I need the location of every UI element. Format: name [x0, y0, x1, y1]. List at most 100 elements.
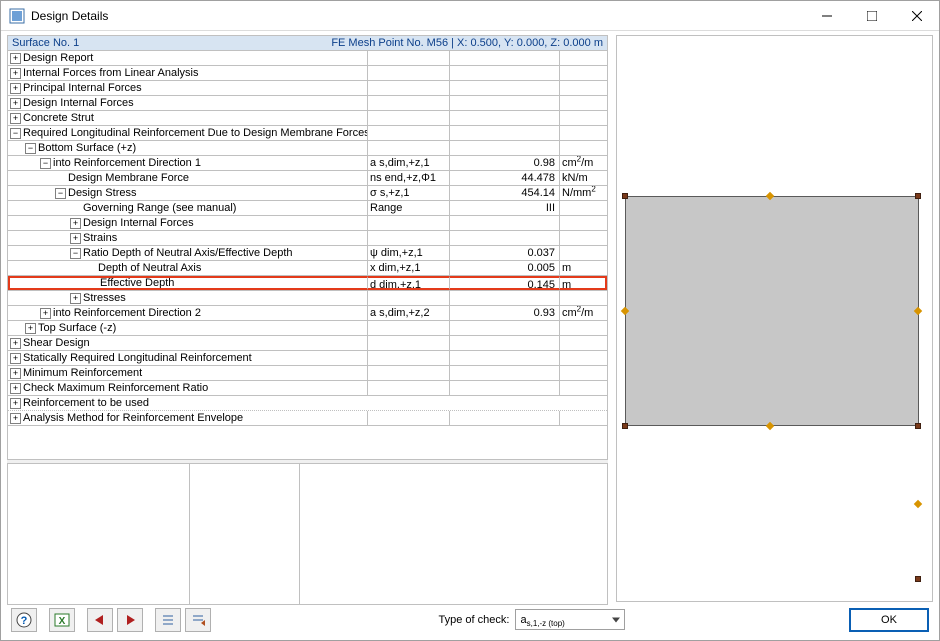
- expand-icon[interactable]: +: [10, 68, 21, 79]
- type-of-check-label: Type of check:: [439, 614, 510, 626]
- expand-icon[interactable]: +: [25, 323, 36, 334]
- expand-icon[interactable]: +: [70, 293, 81, 304]
- tree-value: 44.478: [450, 171, 560, 185]
- tree-label: Concrete Strut: [23, 111, 94, 125]
- surface-preview: [625, 196, 919, 426]
- tree-label: into Reinforcement Direction 1: [53, 156, 201, 170]
- expand-icon[interactable]: +: [10, 83, 21, 94]
- detail-grid: [7, 463, 608, 605]
- bottom-bar: ? X Type of check: as,1,-z (top) OK: [1, 605, 939, 640]
- tree-label: Statically Required Longitudinal Reinfor…: [23, 351, 252, 365]
- tree-label: Design Internal Forces: [83, 216, 194, 230]
- tree-unit: cm2/m: [560, 306, 607, 320]
- close-button[interactable]: [894, 2, 939, 30]
- tree-unit: kN/m: [560, 171, 607, 185]
- mesh-point-info: FE Mesh Point No. M56 | X: 0.500, Y: 0.0…: [331, 37, 603, 49]
- highlighted-row-effective-depth: Effective Depth d dim,+z,10.145m: [8, 276, 607, 291]
- tree-label: Reinforcement to be used: [23, 396, 149, 410]
- tree-label: Principal Internal Forces: [23, 81, 142, 95]
- tree-label: Depth of Neutral Axis: [98, 261, 201, 275]
- svg-text:X: X: [59, 616, 66, 627]
- tree-label: Design Membrane Force: [68, 171, 189, 185]
- right-pane: [616, 35, 933, 605]
- type-of-check-value: as,1,-z (top): [520, 614, 564, 626]
- results-tree[interactable]: +Design Report +Internal Forces from Lin…: [7, 51, 608, 460]
- app-icon: [9, 8, 25, 24]
- tree-symbol: d dim,+z,1: [368, 276, 450, 290]
- tree-symbol: a s,dim,+z,2: [368, 306, 450, 320]
- tree-label: Bottom Surface (+z): [38, 141, 136, 155]
- tree-value: 0.037: [450, 246, 560, 260]
- expand-icon[interactable]: +: [70, 233, 81, 244]
- tree-value: 0.98: [450, 156, 560, 170]
- excel-button[interactable]: X: [49, 608, 75, 632]
- collapse-icon[interactable]: −: [10, 128, 21, 139]
- expand-icon[interactable]: +: [10, 383, 21, 394]
- ok-button[interactable]: OK: [849, 608, 929, 632]
- expand-icon[interactable]: +: [10, 368, 21, 379]
- header-bar: Surface No. 1 FE Mesh Point No. M56 | X:…: [7, 35, 608, 51]
- svg-text:?: ?: [21, 615, 28, 627]
- window-title: Design Details: [31, 9, 108, 23]
- tree-label: Governing Range (see manual): [83, 201, 236, 215]
- ok-button-label: OK: [881, 614, 897, 626]
- titlebar: Design Details: [1, 1, 939, 31]
- tree-unit: m: [560, 261, 607, 275]
- filter-button[interactable]: [185, 608, 211, 632]
- tree-symbol: x dim,+z,1: [368, 261, 450, 275]
- collapse-icon[interactable]: −: [40, 158, 51, 169]
- chevron-down-icon: [612, 617, 620, 622]
- tree-label: Stresses: [83, 291, 126, 305]
- tree-label: Design Stress: [68, 186, 136, 200]
- tree-value: 0.145: [450, 276, 560, 290]
- tree-label: Ratio Depth of Neutral Axis/Effective De…: [83, 246, 293, 260]
- tree-value: 0.005: [450, 261, 560, 275]
- expand-icon[interactable]: +: [10, 98, 21, 109]
- content-area: Surface No. 1 FE Mesh Point No. M56 | X:…: [1, 31, 939, 605]
- surface-label: Surface No. 1: [12, 37, 79, 49]
- next-button[interactable]: [117, 608, 143, 632]
- expand-icon[interactable]: +: [10, 113, 21, 124]
- tree-unit: N/mm2: [560, 186, 607, 200]
- expand-icon[interactable]: +: [10, 413, 21, 424]
- tree-label: into Reinforcement Direction 2: [53, 306, 201, 320]
- tree-label: Minimum Reinforcement: [23, 366, 142, 380]
- tree-label: Internal Forces from Linear Analysis: [23, 66, 198, 80]
- tree-value: 454.14: [450, 186, 560, 200]
- tree-symbol: σ s,+z,1: [368, 186, 450, 200]
- left-pane: Surface No. 1 FE Mesh Point No. M56 | X:…: [7, 35, 608, 605]
- tree-symbol: ψ dim,+z,1: [368, 246, 450, 260]
- type-of-check-select[interactable]: as,1,-z (top): [515, 609, 625, 630]
- tree-label: Effective Depth: [100, 276, 174, 290]
- expand-icon[interactable]: +: [70, 218, 81, 229]
- tree-label: Check Maximum Reinforcement Ratio: [23, 381, 208, 395]
- tree-label: Strains: [83, 231, 117, 245]
- tree-symbol: ns end,+z,Φ1: [368, 171, 450, 185]
- maximize-button[interactable]: [849, 2, 894, 30]
- tree-symbol: a s,dim,+z,1: [368, 156, 450, 170]
- tree-unit: m: [560, 276, 607, 290]
- tree-label: Shear Design: [23, 336, 90, 350]
- list-button[interactable]: [155, 608, 181, 632]
- app-window: Design Details Surface No. 1 FE Mesh Poi…: [0, 0, 940, 641]
- expand-icon[interactable]: +: [10, 338, 21, 349]
- tree-symbol: Range: [368, 201, 450, 215]
- collapse-icon[interactable]: −: [25, 143, 36, 154]
- prev-button[interactable]: [87, 608, 113, 632]
- tree-label: Design Report: [23, 51, 93, 65]
- tree-label: Required Longitudinal Reinforcement Due …: [23, 126, 368, 140]
- expand-icon[interactable]: +: [10, 53, 21, 64]
- expand-icon[interactable]: +: [10, 353, 21, 364]
- minimize-button[interactable]: [804, 2, 849, 30]
- preview-viewport[interactable]: [616, 35, 933, 602]
- expand-icon[interactable]: +: [10, 398, 21, 409]
- tree-label: Analysis Method for Reinforcement Envelo…: [23, 411, 243, 425]
- collapse-icon[interactable]: −: [70, 248, 81, 259]
- collapse-icon[interactable]: −: [55, 188, 66, 199]
- tree-value: 0.93: [450, 306, 560, 320]
- expand-icon[interactable]: +: [40, 308, 51, 319]
- tree-value: III: [450, 201, 560, 215]
- tree-label: Design Internal Forces: [23, 96, 134, 110]
- tree-label: Top Surface (-z): [38, 321, 116, 335]
- help-button[interactable]: ?: [11, 608, 37, 632]
